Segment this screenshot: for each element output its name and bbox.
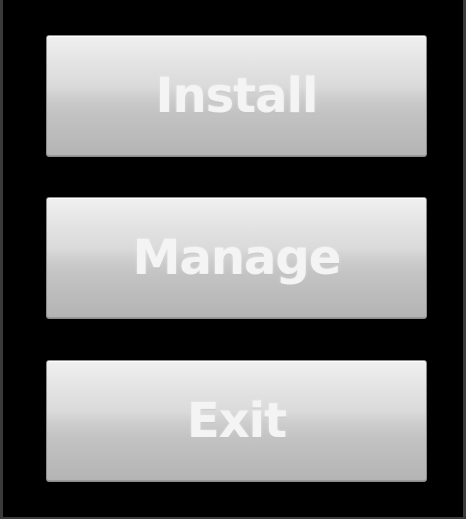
exit-button[interactable]: Exit: [46, 360, 427, 482]
exit-button-label: Exit: [186, 393, 287, 449]
manage-button-label: Manage: [132, 230, 342, 286]
install-button-label: Install: [155, 68, 319, 124]
manage-button[interactable]: Manage: [46, 197, 427, 319]
main-menu-screen: Install Manage Exit: [0, 0, 466, 519]
install-button[interactable]: Install: [46, 35, 427, 157]
